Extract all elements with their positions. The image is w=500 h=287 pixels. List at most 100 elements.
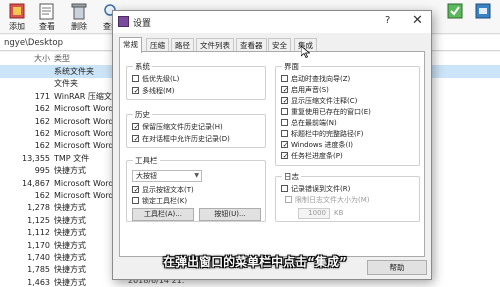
close-icon[interactable]: ✕ <box>412 13 423 28</box>
file-type: 系统文件夹 <box>54 67 94 76</box>
show-button-text-label: 显示按钮文本(T) <box>142 186 194 194</box>
file-size: 995 <box>34 166 50 176</box>
chevron-down-icon: ▼ <box>194 172 199 179</box>
wizard-on-start-label: 启动时查找向导(Z) <box>291 75 351 83</box>
tab-file-list[interactable]: 文件列表 <box>196 38 234 52</box>
general-tab-panel: 系统 低优先级(L) 多线程(M) 历史 保留压缩文件历史记录(H) 在对话框中… <box>119 51 425 257</box>
log-errors-label: 记录错误到文件(R) <box>291 185 351 193</box>
settings-dialog: 设置 ? ✕ 常规 压缩 路径 文件列表 查看器 安全 集成 系统 低优先级(L… <box>112 10 432 280</box>
file-type: 快捷方式 <box>54 166 86 176</box>
reuse-window-label: 重复使用已存在的窗口(E) <box>291 108 371 116</box>
repair-icon <box>445 2 465 20</box>
tab-paths[interactable]: 路径 <box>171 38 194 52</box>
button-size-value: 大按钮 <box>136 172 157 180</box>
settings-tabs: 常规 压缩 路径 文件列表 查看器 安全 集成 <box>119 37 425 53</box>
toolbar-settings-button[interactable]: 工具栏(A)... <box>132 208 194 221</box>
file-type: 快捷方式 <box>54 203 86 213</box>
file-type: WinRAR 压缩文件 <box>54 91 120 101</box>
video-subtitle: 在弹出窗口的菜单栏中点击“集成” <box>163 255 347 269</box>
delete-icon <box>69 2 89 20</box>
full-path-title-checkbox[interactable]: 标题栏中的完整路径(F) <box>281 130 364 140</box>
file-type: 快捷方式 <box>54 265 86 275</box>
lock-toolbar-checkbox[interactable]: 锁定工具栏(K) <box>132 197 187 207</box>
help-icon[interactable]: ? <box>385 15 390 26</box>
tab-viewer[interactable]: 查看器 <box>236 38 267 52</box>
file-size: 1,278 <box>27 203 50 213</box>
history-group: 历史 保留压缩文件历史记录(H) 在对话框中允许历史记录(D) <box>126 109 266 148</box>
enable-sound-label: 启用声音(S) <box>291 86 329 94</box>
keep-history-label: 保留压缩文件历史记录(H) <box>142 123 223 131</box>
checkbox-icon <box>132 197 139 204</box>
add-archive-icon <box>7 2 27 20</box>
checkbox-icon <box>281 152 289 159</box>
address-path: ngye\Desktop <box>4 38 63 48</box>
low-priority-checkbox[interactable]: 低优先级(L) <box>132 75 179 85</box>
show-comments-checkbox[interactable]: 显示压缩文件注释(C) <box>281 97 357 107</box>
file-type: 快捷方式 <box>54 215 86 225</box>
toolbar-delete-button[interactable]: 删除 <box>64 2 94 32</box>
show-button-text-checkbox[interactable]: 显示按钮文本(T) <box>132 186 194 196</box>
toolbar-view-button[interactable]: 查看 <box>32 2 62 32</box>
file-size: 162 <box>34 141 50 151</box>
toolbar-sfx-button[interactable] <box>468 2 498 32</box>
button-size-select[interactable]: 大按钮 ▼ <box>132 170 202 182</box>
enable-sound-checkbox[interactable]: 启用声音(S) <box>281 86 329 96</box>
file-size: 162 <box>34 191 50 200</box>
buttons-settings-button[interactable]: 按钮(U)... <box>199 208 261 221</box>
file-type: 快捷方式 <box>54 253 86 262</box>
tab-security[interactable]: 安全 <box>268 38 291 52</box>
sfx-icon <box>473 2 493 20</box>
system-group-title: 系统 <box>133 61 152 72</box>
history-group-title: 历史 <box>133 109 152 120</box>
always-on-top-label: 总在最前端(N) <box>291 119 337 127</box>
file-size: 1,112 <box>27 228 50 238</box>
windows-progress-checkbox[interactable]: Windows 进度条(I) <box>281 141 353 151</box>
dialog-history-checkbox[interactable]: 在对话框中允许历史记录(D) <box>132 135 230 145</box>
file-size: 1,785 <box>27 265 50 275</box>
toolbar-add-button[interactable]: 添加 <box>2 2 32 32</box>
file-size: 162 <box>34 116 50 126</box>
toolbar-extra-button[interactable] <box>440 2 470 32</box>
reuse-window-checkbox[interactable]: 重复使用已存在的窗口(E) <box>281 108 371 118</box>
multithreading-checkbox[interactable]: 多线程(M) <box>132 87 175 97</box>
checkbox-icon <box>281 86 289 93</box>
wizard-on-start-checkbox[interactable]: 启动时查找向导(Z) <box>281 75 350 85</box>
windows-progress-label: Windows 进度条(I) <box>291 141 353 149</box>
limit-log-size-checkbox[interactable]: 限制日志文件大小为(M) <box>285 196 370 206</box>
tab-general[interactable]: 常规 <box>119 37 142 53</box>
multithreading-label: 多线程(M) <box>142 87 175 95</box>
log-errors-checkbox[interactable]: 记录错误到文件(R) <box>281 185 350 195</box>
toolbar-add-label: 添加 <box>9 22 25 31</box>
help-button[interactable]: 帮助 <box>367 260 427 275</box>
checkbox-icon <box>281 75 288 82</box>
file-size: 162 <box>34 129 50 138</box>
checkbox-icon <box>281 108 288 115</box>
file-size: 1,463 <box>27 277 50 287</box>
taskbar-progress-checkbox[interactable]: 任务栏进度条(P) <box>281 152 343 162</box>
low-priority-label: 低优先级(L) <box>142 75 180 83</box>
file-size: 13,355 <box>22 153 50 163</box>
checkbox-icon <box>132 123 140 130</box>
always-on-top-checkbox[interactable]: 总在最前端(N) <box>281 119 337 129</box>
system-group: 系统 低优先级(L) 多线程(M) <box>126 61 266 100</box>
column-size-header[interactable]: 大小 <box>2 52 50 65</box>
dialog-history-label: 在对话框中允许历史记录(D) <box>142 135 230 143</box>
checkbox-icon <box>281 130 288 137</box>
limit-log-size-label: 限制日志文件大小为(M) <box>295 196 370 204</box>
interface-group: 界面 启动时查找向导(Z) 启用声音(S) 显示压缩文件注释(C) 重复使用已存在的窗… <box>275 61 420 166</box>
file-type: 快捷方式 <box>54 277 86 287</box>
lock-toolbar-label: 锁定工具栏(K) <box>142 197 188 205</box>
tab-compression[interactable]: 压缩 <box>146 38 169 52</box>
checkbox-icon <box>281 119 288 126</box>
checkbox-icon <box>281 97 289 104</box>
keep-history-checkbox[interactable]: 保留压缩文件历史记录(H) <box>132 123 223 133</box>
file-size: 14,867 <box>22 178 50 188</box>
toolbar-group-title: 工具栏 <box>133 155 160 166</box>
column-type-header[interactable]: 类型 <box>54 52 70 65</box>
file-size: 171 <box>34 91 50 101</box>
log-size-input[interactable]: 1000 <box>298 208 330 219</box>
dialog-title: 设置 <box>133 19 152 29</box>
dialog-titlebar[interactable]: 设置 ? ✕ <box>113 11 431 33</box>
log-group-title: 日志 <box>282 171 301 182</box>
checkbox-icon <box>281 185 288 192</box>
